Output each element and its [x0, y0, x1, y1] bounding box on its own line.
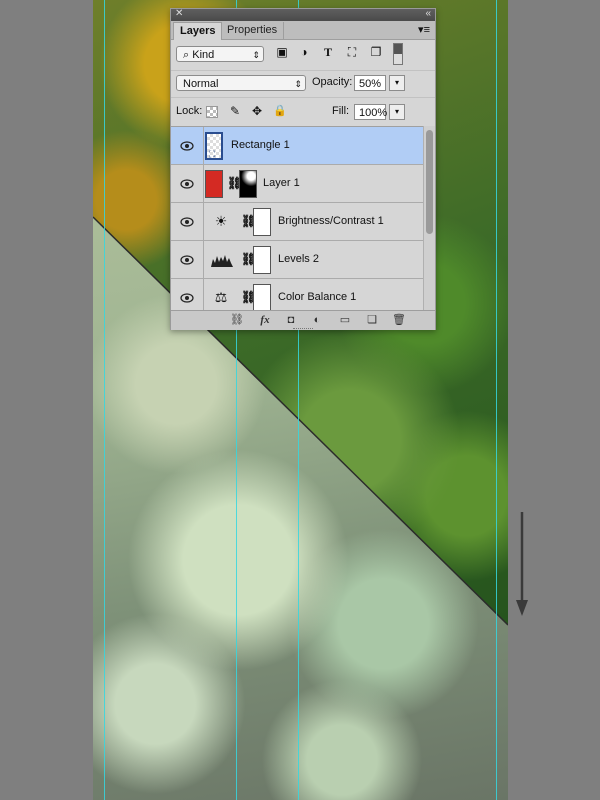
levels-histogram-icon — [211, 255, 233, 267]
layer-row-levels-2[interactable]: ⛓ Levels 2 — [171, 241, 423, 279]
visibility-eye-icon[interactable] — [180, 253, 194, 267]
new-adjustment-icon[interactable]: ◐ — [309, 313, 325, 327]
tab-properties[interactable]: Properties — [221, 22, 285, 39]
brightness-contrast-icon: ☀ — [214, 213, 228, 229]
add-mask-icon[interactable]: ◘ — [283, 313, 299, 327]
layer-name[interactable]: Rectangle 1 — [231, 139, 290, 151]
kind-filter-value: Kind — [192, 49, 215, 61]
scrollbar-thumb[interactable] — [426, 130, 433, 234]
layer-row-layer-1[interactable]: ⛓ Layer 1 — [171, 165, 423, 203]
lock-label: Lock: — [176, 105, 203, 117]
layers-panel: ✕ « Layers Properties ▾≡ ⌕ Kind ⇕ ▣ ◑ T … — [170, 8, 436, 330]
collapse-icon[interactable]: « — [425, 8, 431, 19]
opacity-dropdown-icon[interactable]: ▾ — [389, 75, 405, 91]
vector-mask-icon: ⛶ — [209, 149, 216, 159]
eye-divider — [203, 279, 204, 311]
blend-mode-dropdown[interactable]: Normal ⇕ — [176, 75, 306, 91]
eye-divider — [203, 127, 204, 165]
visibility-eye-icon[interactable] — [180, 291, 194, 305]
down-arrow-icon — [516, 512, 528, 616]
opacity-label: Opacity: — [312, 76, 353, 88]
image-filter-icon[interactable]: ▣ — [275, 45, 289, 59]
color-balance-icon: ⚖ — [214, 289, 228, 305]
eye-divider — [203, 165, 204, 203]
visibility-eye-icon[interactable] — [180, 177, 194, 191]
kind-filter-dropdown[interactable]: ⌕ Kind ⇕ — [176, 46, 264, 62]
layer-row-rectangle-1[interactable]: ⛶ Rectangle 1 — [171, 127, 423, 165]
filter-toggle-icon[interactable] — [393, 43, 403, 65]
lock-paint-icon[interactable]: ✎ — [228, 104, 242, 118]
lock-row: Lock: ✎ ✥ 🔒 Fill: 100% ▾ — [171, 97, 435, 126]
layer-name[interactable]: Color Balance 1 — [278, 291, 356, 303]
dropdown-arrow-icon: ⇕ — [294, 79, 302, 89]
visibility-eye-icon[interactable] — [180, 215, 194, 229]
type-filter-icon[interactable]: T — [321, 45, 335, 59]
search-icon: ⌕ — [183, 49, 190, 61]
panel-footer: ⛓ fx ◘ ◐ ▭ ❏ 🗑 — [171, 310, 435, 330]
panel-titlebar[interactable]: ✕ « — [171, 8, 435, 21]
dropdown-arrow-icon: ⇕ — [252, 50, 260, 60]
layer-name[interactable]: Layer 1 — [263, 177, 300, 189]
fill-label: Fill: — [332, 105, 350, 117]
blend-row: Normal ⇕ Opacity: 50% ▾ — [171, 70, 435, 95]
lock-all-icon[interactable]: 🔒 — [273, 104, 287, 118]
layer-thumbnail[interactable] — [205, 170, 223, 198]
layer-row-color-balance-1[interactable]: ⚖ ⛓ Color Balance 1 — [171, 279, 423, 311]
new-group-icon[interactable]: ▭ — [337, 313, 353, 327]
visibility-eye-icon[interactable] — [180, 139, 194, 153]
layer-mask-thumbnail[interactable] — [239, 170, 257, 198]
opacity-input[interactable]: 50% — [354, 75, 386, 91]
link-layers-icon[interactable]: ⛓ — [229, 313, 245, 327]
layer-row-brightness-contrast-1[interactable]: ☀ ⛓ Brightness/Contrast 1 — [171, 203, 423, 241]
lock-transparent-icon[interactable] — [206, 106, 218, 118]
shape-filter-icon[interactable]: ⛶ — [345, 45, 359, 59]
fx-icon[interactable]: fx — [257, 313, 273, 327]
layer-name[interactable]: Brightness/Contrast 1 — [278, 215, 384, 227]
new-layer-icon[interactable]: ❏ — [364, 313, 380, 327]
smart-object-filter-icon[interactable]: ❐ — [369, 45, 383, 59]
layer-list-scrollbar[interactable] — [423, 126, 435, 310]
eye-divider — [203, 203, 204, 241]
guide-line[interactable] — [496, 0, 497, 800]
layer-list: ⛶ Rectangle 1 ⛓ Layer 1 ☀ ⛓ Brightness/C… — [171, 126, 423, 311]
fill-input[interactable]: 100% — [354, 104, 387, 120]
adjustment-filter-icon[interactable]: ◑ — [297, 45, 311, 59]
layer-mask-thumbnail[interactable] — [253, 208, 271, 236]
resize-grip[interactable] — [293, 328, 313, 331]
panel-menu-icon[interactable]: ▾≡ — [418, 23, 430, 36]
guide-line[interactable] — [104, 0, 105, 800]
fill-dropdown-icon[interactable]: ▾ — [389, 104, 405, 120]
blend-mode-value: Normal — [183, 78, 219, 90]
filter-row: ⌕ Kind ⇕ ▣ ◑ T ⛶ ❐ — [171, 40, 435, 70]
delete-layer-icon[interactable]: 🗑 — [391, 313, 407, 327]
layer-name[interactable]: Levels 2 — [278, 253, 319, 265]
tab-layers[interactable]: Layers — [173, 22, 223, 40]
lock-position-icon[interactable]: ✥ — [250, 104, 264, 118]
eye-divider — [203, 241, 204, 279]
layer-mask-thumbnail[interactable] — [253, 246, 271, 274]
close-icon[interactable]: ✕ — [175, 8, 183, 19]
panel-tabs: Layers Properties ▾≡ — [171, 21, 435, 40]
layer-mask-thumbnail[interactable] — [253, 284, 271, 311]
